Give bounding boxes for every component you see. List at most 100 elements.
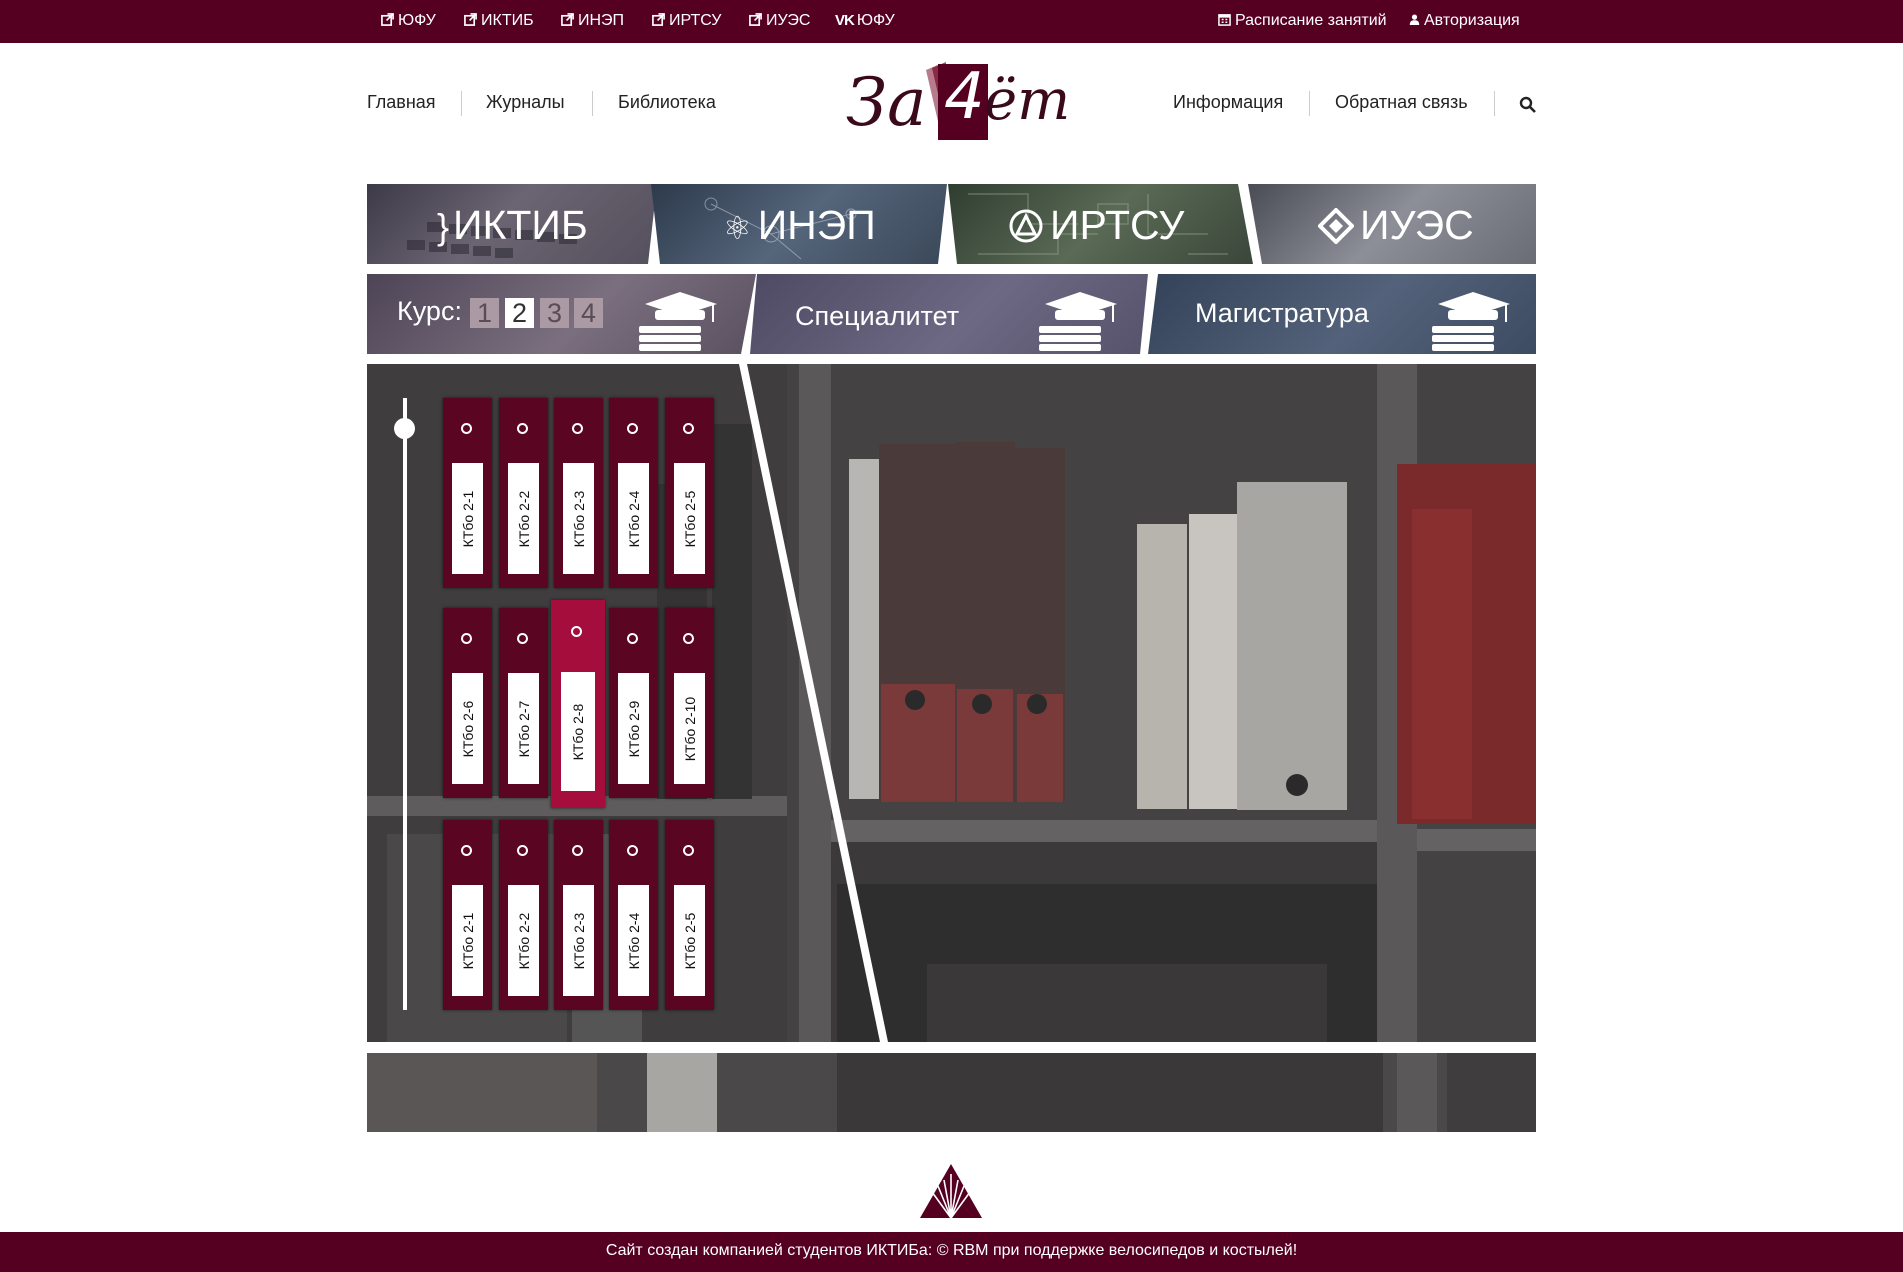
group-name: КТбо 2-2 <box>515 490 532 547</box>
group-folder[interactable]: КТбо 2-1 <box>443 398 492 588</box>
folder-hole <box>572 423 583 434</box>
shelf-slider-handle[interactable] <box>394 418 415 439</box>
atom-icon: ⚛ <box>723 210 752 246</box>
shelf-panel: КТбо 2-1 КТбо 2-2 КТбо 2-3 КТбо 2-4 КТбо… <box>367 364 1536 1042</box>
schedule-label: Расписание занятий <box>1235 12 1387 29</box>
course-3[interactable]: 3 <box>540 298 569 328</box>
folder-label: КТбо 2-4 <box>618 885 649 996</box>
group-name: КТбо 2-10 <box>681 696 698 761</box>
nav-home[interactable]: Главная <box>367 92 436 113</box>
folder-hole <box>627 633 638 644</box>
external-link-iues[interactable]: ИУЭС <box>749 12 810 30</box>
external-link-irtsu[interactable]: ИРТСУ <box>652 12 721 30</box>
nav-feedback[interactable]: Обратная связь <box>1335 92 1468 113</box>
group-folder[interactable]: КТбо 2-3 <box>554 398 603 588</box>
folder-hole <box>627 845 638 856</box>
group-name: КТбо 2-9 <box>625 700 642 757</box>
site-logo[interactable]: За 4 ёт <box>846 60 1070 146</box>
logo-text-right: ёт <box>984 68 1071 133</box>
folder-label: КТбо 2-3 <box>563 463 594 574</box>
institute-inep[interactable]: ⚛ ИНЭП <box>651 184 947 264</box>
program-magistratura[interactable]: Магистратура <box>1148 274 1536 354</box>
group-name: КТбо 2-4 <box>625 912 642 969</box>
folder-hole <box>683 423 694 434</box>
external-link-inep[interactable]: ИНЭП <box>561 12 624 30</box>
nav-info[interactable]: Информация <box>1173 92 1283 113</box>
program-label: Специалитет <box>795 301 960 331</box>
schedule-link[interactable]: Расписание занятий <box>1218 12 1387 30</box>
group-folder[interactable]: КТбо 2-7 <box>499 608 548 798</box>
nav-journals[interactable]: Журналы <box>486 92 565 113</box>
folder-label: КТбо 2-2 <box>508 885 539 996</box>
link-label: ИРТСУ <box>669 12 722 29</box>
external-link-icon <box>749 13 762 26</box>
link-label: ИКТИБ <box>481 12 534 29</box>
folder-hole <box>683 845 694 856</box>
university-emblem-icon <box>920 1164 982 1219</box>
graduation-cap-books-icon <box>639 292 717 351</box>
folder-hole <box>517 423 528 434</box>
external-link-yufu[interactable]: ЮФУ <box>381 12 436 30</box>
folder-label: КТбо 2-6 <box>452 673 483 784</box>
group-folder[interactable]: КТбо 2-5 <box>665 398 714 588</box>
group-folder[interactable]: КТбо 2-3 <box>554 820 603 1010</box>
group-name: КТбо 2-1 <box>459 490 476 547</box>
institute-label: ИРТСУ <box>1008 202 1184 249</box>
shelf-slider-track[interactable] <box>403 398 407 1010</box>
folder-hole <box>461 423 472 434</box>
group-folder[interactable]: КТбо 2-6 <box>443 608 492 798</box>
program-specialitet[interactable]: Специалитет <box>750 274 1148 354</box>
external-link-iktib[interactable]: ИКТИБ <box>464 12 534 30</box>
graduation-cap-books-icon <box>1039 292 1117 351</box>
group-name: КТбо 2-2 <box>515 912 532 969</box>
user-icon <box>1409 14 1420 25</box>
group-folder[interactable]: КТбо 2-5 <box>665 820 714 1010</box>
group-folder[interactable]: КТбо 2-1 <box>443 820 492 1010</box>
shelf-photo-strip <box>367 1053 1536 1132</box>
nav-divider <box>461 91 462 116</box>
course-1[interactable]: 1 <box>470 298 499 328</box>
course-label: Курс: <box>397 296 462 326</box>
folder-hole <box>627 423 638 434</box>
logo-digit: 4 <box>944 60 985 134</box>
folder-label: КТбо 2-5 <box>674 463 705 574</box>
group-folder[interactable]: КТбо 2-2 <box>499 398 548 588</box>
iues-logo-icon <box>1317 207 1355 245</box>
institute-iues[interactable]: ИУЭС <box>1248 184 1536 264</box>
course-4[interactable]: 4 <box>574 298 603 328</box>
folder-hole <box>683 633 694 644</box>
footer-text: Сайт создан компанией студентов ИКТИБа: … <box>605 1242 1298 1259</box>
folder-label: КТбо 2-2 <box>508 463 539 574</box>
group-name: КТбо 2-4 <box>625 490 642 547</box>
institute-label: ИУЭС <box>1317 202 1474 249</box>
folder-hole <box>461 845 472 856</box>
institute-iktib[interactable]: }ИКТИБ <box>367 184 657 264</box>
auth-link[interactable]: Авторизация <box>1409 12 1520 30</box>
group-folder[interactable]: КТбо 2-2 <box>499 820 548 1010</box>
group-name: КТбо 2-7 <box>515 700 532 757</box>
folder-hole <box>571 626 582 637</box>
group-folder[interactable]: КТбо 2-10 <box>665 608 714 798</box>
external-link-icon <box>652 13 665 26</box>
nav-divider <box>1309 91 1310 116</box>
group-folder-selected[interactable]: КТбо 2-8 <box>551 600 605 808</box>
institute-irtsu[interactable]: ИРТСУ <box>948 184 1253 264</box>
nav-divider <box>1494 91 1495 116</box>
group-folder[interactable]: КТбо 2-4 <box>609 820 658 1010</box>
group-folder[interactable]: КТбо 2-9 <box>609 608 658 798</box>
group-folder[interactable]: КТбо 2-4 <box>609 398 658 588</box>
external-link-icon <box>561 13 574 26</box>
course-2[interactable]: 2 <box>505 298 534 328</box>
institute-name: ИУЭС <box>1360 202 1474 248</box>
search-icon[interactable] <box>1519 96 1536 113</box>
folder-label: КТбо 2-8 <box>561 672 595 791</box>
vk-link-yufu[interactable]: VK ЮФУ <box>835 12 895 30</box>
irtsu-logo-icon <box>1009 209 1043 243</box>
group-name: КТбо 2-1 <box>459 912 476 969</box>
folder-label: КТбо 2-9 <box>618 673 649 784</box>
link-label: ИУЭС <box>766 12 811 29</box>
bottom-shelf-strip <box>367 1053 1536 1132</box>
nav-library[interactable]: Библиотека <box>618 92 716 113</box>
institute-name: ИКТИБ <box>453 202 588 248</box>
institute-label: }ИКТИБ <box>437 202 588 249</box>
